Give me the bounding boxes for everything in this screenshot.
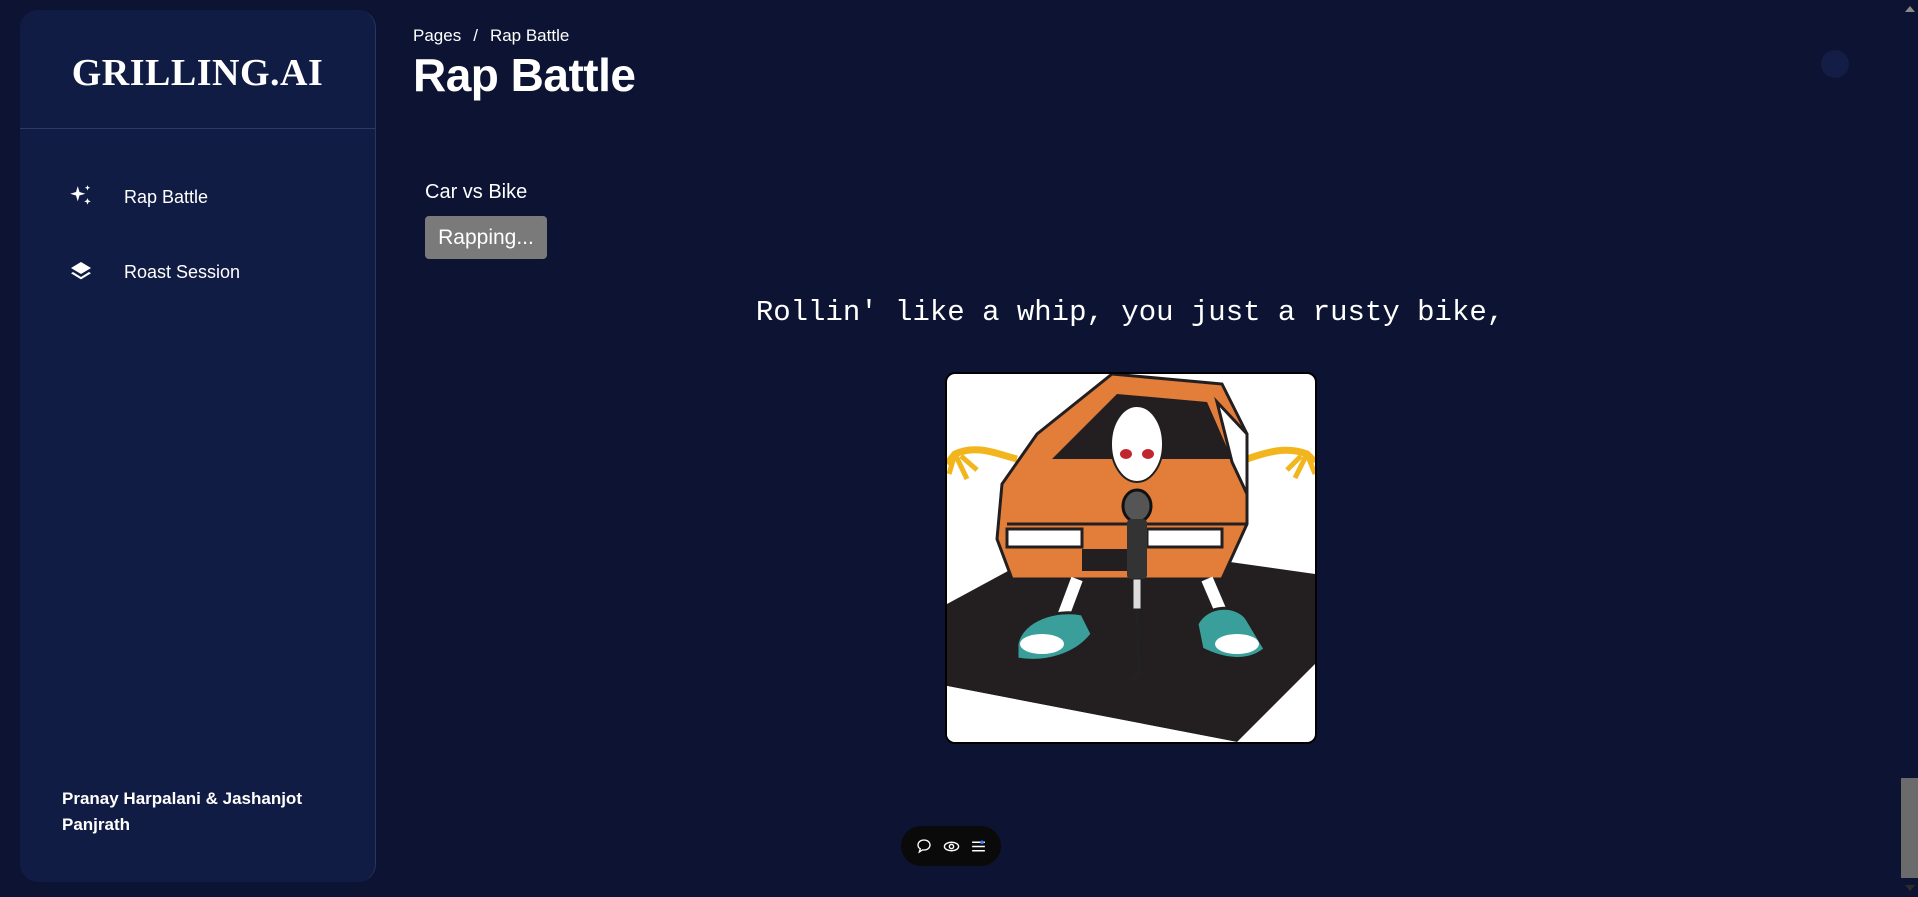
layers-icon xyxy=(66,257,96,287)
sidebar-item-roast-session[interactable]: Roast Session xyxy=(20,250,375,294)
scroll-up-arrow-icon[interactable] xyxy=(1905,6,1915,12)
brand-logo-text[interactable]: GRILLING.AI xyxy=(72,51,324,95)
floating-toolbar xyxy=(901,826,1001,866)
battle-topic: Car vs Bike xyxy=(425,181,528,203)
page-title: Rap Battle xyxy=(413,49,636,101)
sidebar-item-label: Rap Battle xyxy=(124,186,209,207)
header-avatar-placeholder xyxy=(1821,50,1849,78)
app-page: GRILLING.AI Rap Battle Roast Session Pra… xyxy=(0,0,1918,897)
sparkles-icon xyxy=(66,182,96,212)
scroll-down-arrow-icon[interactable] xyxy=(1905,885,1915,891)
vertical-scrollbar[interactable] xyxy=(1901,0,1918,897)
breadcrumb-current[interactable]: Rap Battle xyxy=(490,26,569,46)
authors-credit: Pranay Harpalani & Jashanjot Panjrath xyxy=(62,789,302,834)
sidebar-item-label: Roast Session xyxy=(124,261,241,282)
sidebar-item-rap-battle[interactable]: Rap Battle xyxy=(20,175,375,219)
comment-icon[interactable] xyxy=(913,835,935,857)
settings-list-icon[interactable] xyxy=(968,835,990,857)
sidebar: GRILLING.AI Rap Battle Roast Session Pra… xyxy=(20,10,376,882)
eye-icon[interactable] xyxy=(940,835,962,857)
brand-header: GRILLING.AI xyxy=(20,10,375,129)
rap-lyric-line: Rollin' like a whip, you just a rusty bi… xyxy=(755,296,1505,329)
rapping-button[interactable]: Rapping... xyxy=(425,216,547,259)
rap-illustration xyxy=(945,372,1317,744)
sidebar-nav: Rap Battle Roast Session xyxy=(20,175,375,325)
page-header: Pages / Rap Battle Rap Battle xyxy=(413,26,1873,126)
breadcrumb-separator: / xyxy=(473,26,478,45)
scroll-thumb[interactable] xyxy=(1901,778,1918,878)
breadcrumb: Pages / Rap Battle xyxy=(413,26,1873,46)
breadcrumb-root[interactable]: Pages xyxy=(413,26,461,46)
